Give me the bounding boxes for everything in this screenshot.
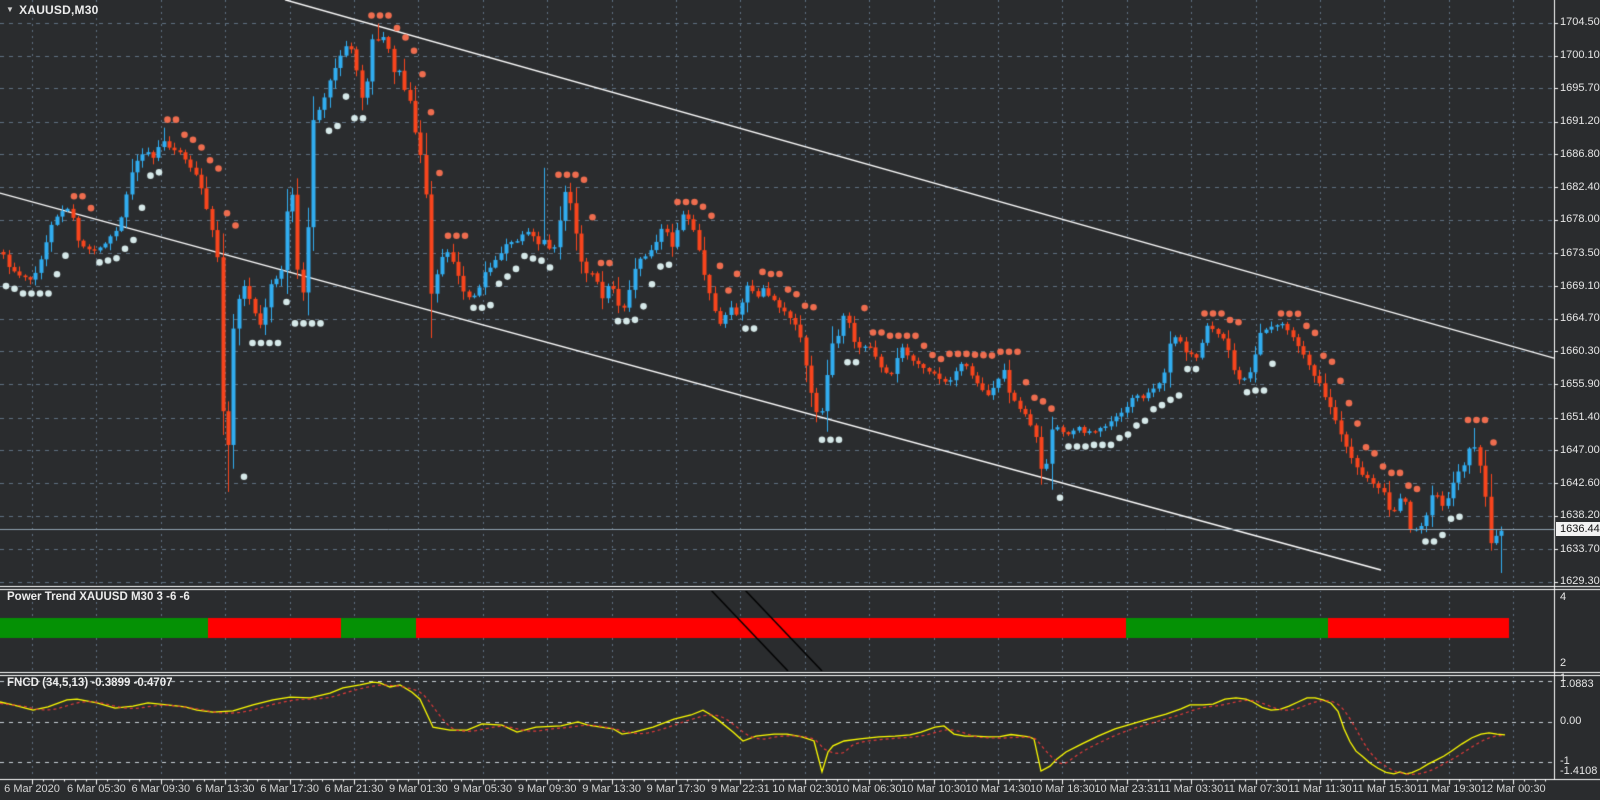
chart-canvas[interactable] bbox=[0, 0, 1600, 800]
trading-chart-window: ▼ XAUUSD,M30 Power Trend XAUUSD M30 3 -6… bbox=[0, 0, 1600, 800]
